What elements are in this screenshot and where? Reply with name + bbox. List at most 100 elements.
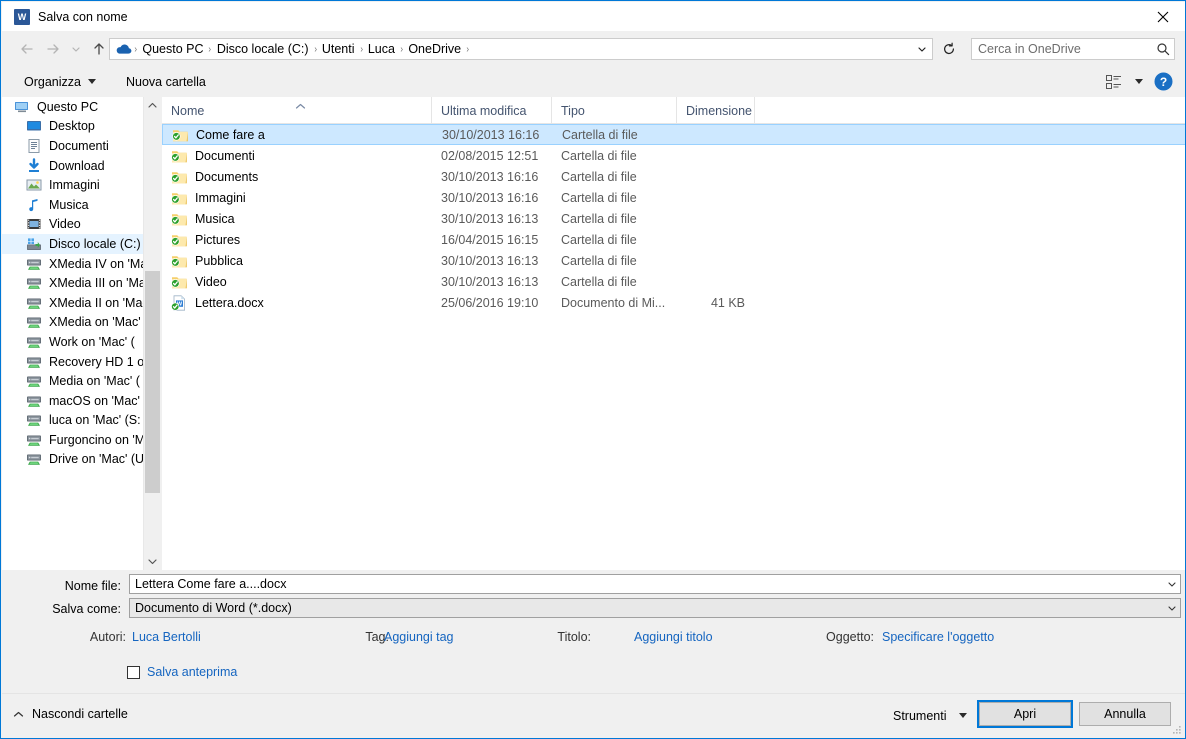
table-row[interactable]: Come fare a 30/10/2013 16:16 Cartella di f…	[162, 124, 1185, 145]
folder-synced-icon	[171, 148, 188, 164]
word-icon	[14, 8, 30, 25]
sidebar-item-furgoncino-on-m[interactable]: Furgoncino on 'M	[2, 430, 160, 450]
column-header-row: Nome Ultima modifica Tipo Dimensione	[162, 97, 1185, 124]
sidebar-item-immagini[interactable]: Immagini	[2, 175, 160, 195]
cell-modified: 30/10/2013 16:13	[441, 253, 539, 268]
new-folder-button[interactable]: Nuova cartella	[117, 69, 215, 95]
sidebar-item-media-on-mac[interactable]: Media on 'Mac' (	[2, 371, 160, 391]
scrollbar-thumb[interactable]	[145, 271, 160, 493]
navigation-pane-scrollbar[interactable]	[143, 97, 160, 570]
filename-combobox[interactable]	[129, 574, 1181, 594]
column-header-name[interactable]: Nome	[162, 97, 432, 124]
cell-name: Pictures	[162, 229, 432, 250]
save-as-type-combobox[interactable]: Documento di Word (*.docx)	[129, 598, 1181, 618]
network-drive-icon	[26, 275, 42, 291]
cell-size	[677, 208, 755, 229]
cell-type: Cartella di file	[561, 148, 637, 163]
sidebar-item-xmedia-ii-on-mac[interactable]: XMedia II on 'Mac'	[2, 293, 160, 313]
sidebar-item-recovery-hd-1-on[interactable]: Recovery HD 1 on	[2, 352, 160, 372]
sidebar-item-musica[interactable]: Musica	[2, 195, 160, 215]
table-row[interactable]: Immagini 30/10/2013 16:16 Cartella di file	[162, 187, 1185, 208]
help-icon[interactable]: ?	[1148, 72, 1178, 91]
sidebar-item-disco-locale-c[interactable]: Disco locale (C:)	[2, 234, 160, 254]
table-row[interactable]: Pictures 16/04/2015 16:15 Cartella di file	[162, 229, 1185, 250]
authors-value[interactable]: Luca Bertolli	[132, 630, 201, 644]
sidebar-item-drive-on-mac-u[interactable]: Drive on 'Mac' (U	[2, 450, 160, 470]
sidebar-item-label: XMedia II on 'Mac'	[49, 295, 152, 310]
sidebar-item-luca-on-mac-s[interactable]: luca on 'Mac' (S:	[2, 411, 160, 431]
recent-locations-chevron-down-icon[interactable]	[66, 36, 86, 62]
sidebar-item-questo-pc[interactable]: Questo PC	[2, 97, 160, 117]
caret-down-icon	[958, 713, 967, 718]
cell-type: Cartella di file	[561, 211, 637, 226]
table-row[interactable]: Musica 30/10/2013 16:13 Cartella di file	[162, 208, 1185, 229]
navigation-pane[interactable]: Questo PC Desktop Documenti Download Immagin…	[2, 97, 160, 570]
filename-input[interactable]	[130, 576, 1163, 592]
address-bar[interactable]: › Questo PC › Disco locale (C:) › Utenti…	[109, 38, 933, 60]
file-name-label: Immagini	[195, 190, 246, 205]
folder-synced-icon	[171, 274, 188, 290]
cell-size	[677, 250, 755, 271]
open-button[interactable]: Apri	[977, 700, 1073, 728]
sidebar-item-macos-on-mac[interactable]: macOS on 'Mac' (	[2, 391, 160, 411]
sidebar-item-label: luca on 'Mac' (S:	[49, 413, 141, 428]
cancel-button[interactable]: Annulla	[1079, 702, 1171, 726]
sidebar-item-documenti[interactable]: Documenti	[2, 136, 160, 156]
sidebar-item-video[interactable]: Video	[2, 215, 160, 235]
subject-value[interactable]: Specificare l'oggetto	[882, 630, 994, 644]
sidebar-item-xmedia-on-mac[interactable]: XMedia on 'Mac' (	[2, 313, 160, 333]
breadcrumb-item-questo-pc[interactable]: Questo PC	[137, 39, 208, 59]
close-icon[interactable]	[1140, 2, 1185, 31]
breadcrumb-item-onedrive[interactable]: OneDrive	[403, 39, 466, 59]
tools-button[interactable]: Strumenti	[885, 703, 975, 728]
table-row[interactable]: Pubblica 30/10/2013 16:13 Cartella di file	[162, 250, 1185, 271]
tags-label: Tag:	[365, 630, 389, 644]
forward-icon[interactable]	[40, 36, 66, 62]
search-box[interactable]	[971, 38, 1175, 60]
view-caret-down-icon[interactable]	[1130, 79, 1148, 84]
search-input[interactable]	[972, 41, 1152, 57]
sidebar-item-label: macOS on 'Mac' (	[49, 393, 148, 408]
save-as-dialog: Salva con nome › Questo PC ›	[0, 0, 1186, 739]
column-header-size[interactable]: Dimensione	[677, 97, 755, 124]
back-icon[interactable]	[14, 36, 40, 62]
address-chevron-down-icon[interactable]	[912, 39, 932, 59]
sidebar-item-work-on-mac[interactable]: Work on 'Mac' (	[2, 332, 160, 352]
resize-grip-icon[interactable]	[1170, 723, 1182, 735]
table-row[interactable]: Documents 30/10/2013 16:16 Cartella di fil…	[162, 166, 1185, 187]
save-thumbnail-checkbox[interactable]	[127, 665, 140, 679]
filename-chevron-down-icon[interactable]	[1163, 579, 1180, 589]
save-thumbnail-checkbox-row[interactable]: Salva anteprima	[127, 665, 237, 679]
tags-value[interactable]: Aggiungi tag	[384, 630, 454, 644]
onedrive-cloud-icon	[114, 41, 132, 57]
view-details-icon[interactable]	[1098, 74, 1130, 89]
table-row[interactable]: W Lettera.docx 25/06/2016 19:10 Documento d…	[162, 292, 1185, 313]
breadcrumb-item-utenti[interactable]: Utenti	[317, 39, 360, 59]
hide-folders-label: Nascondi cartelle	[32, 707, 128, 721]
table-row[interactable]: Documenti 02/08/2015 12:51 Cartella di fil…	[162, 145, 1185, 166]
hide-folders-button[interactable]: Nascondi cartelle	[13, 707, 128, 721]
chevron-up-icon	[13, 711, 24, 718]
network-drive-icon	[26, 373, 42, 389]
table-row[interactable]: Video 30/10/2013 16:13 Cartella di file	[162, 271, 1185, 292]
refresh-icon[interactable]	[937, 38, 961, 60]
file-list-pane[interactable]: Nome Ultima modifica Tipo Dimensione Com…	[162, 97, 1185, 570]
sidebar-item-xmedia-iii-on-mac[interactable]: XMedia III on 'Mac'	[2, 273, 160, 293]
title-value[interactable]: Aggiungi titolo	[634, 630, 713, 644]
sidebar-item-xmedia-iv-on-mac[interactable]: XMedia IV on 'Mac' (	[2, 254, 160, 274]
column-header-modified[interactable]: Ultima modifica	[432, 97, 552, 124]
command-toolbar: Organizza Nuova cartella ?	[2, 66, 1185, 97]
breadcrumb-item-disco-locale[interactable]: Disco locale (C:)	[212, 39, 314, 59]
cell-modified: 16/04/2015 16:15	[441, 232, 539, 247]
folder-synced-icon	[171, 190, 188, 206]
save-as-type-chevron-down-icon[interactable]	[1163, 603, 1180, 613]
network-drive-icon	[26, 432, 42, 448]
cell-modified: 30/10/2013 16:16	[441, 190, 539, 205]
column-header-type[interactable]: Tipo	[552, 97, 677, 124]
sidebar-item-download[interactable]: Download	[2, 156, 160, 176]
sidebar-item-desktop[interactable]: Desktop	[2, 117, 160, 137]
breadcrumb-item-luca[interactable]: Luca	[363, 39, 400, 59]
organize-button[interactable]: Organizza	[15, 69, 105, 95]
scroll-up-chevron-icon[interactable]	[144, 97, 161, 114]
scroll-down-chevron-icon[interactable]	[144, 553, 161, 570]
